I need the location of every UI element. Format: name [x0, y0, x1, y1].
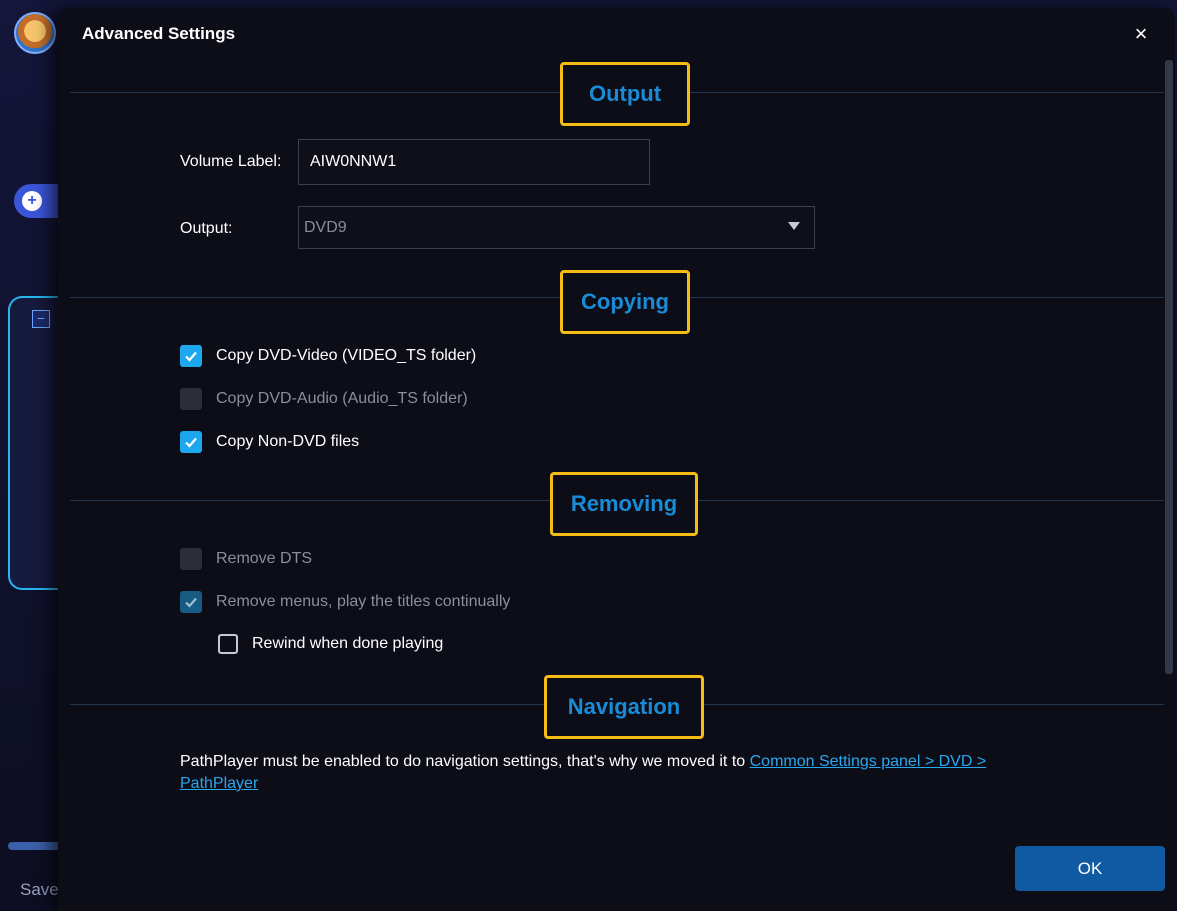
checkbox-disabled [180, 548, 202, 570]
copy-non-dvd-label: Copy Non-DVD files [216, 433, 360, 450]
output-select-value: DVD9 [304, 218, 347, 236]
section-title-output: Output [560, 62, 690, 126]
app-logo-icon [14, 12, 56, 54]
output-select[interactable]: DVD9 [298, 206, 815, 249]
volume-label-text: Volume Label: [180, 153, 282, 170]
copy-non-dvd-option[interactable]: Copy Non-DVD files [180, 431, 359, 453]
rewind-option[interactable]: Rewind when done playing [218, 634, 443, 654]
progress-bar [8, 842, 63, 850]
dialog-title: Advanced Settings [82, 24, 236, 43]
output-label-text: Output: [180, 220, 233, 237]
copy-dvd-audio-option: Copy DVD-Audio (Audio_TS folder) [180, 388, 468, 410]
navigation-message: PathPlayer must be enabled to do navigat… [180, 751, 1040, 795]
checkbox-checked[interactable] [180, 431, 202, 453]
copy-dvd-audio-label: Copy DVD-Audio (Audio_TS folder) [216, 390, 468, 407]
copy-dvd-video-option[interactable]: Copy DVD-Video (VIDEO_TS folder) [180, 345, 476, 367]
advanced-settings-dialog: Advanced Settings × Output Volume Label:… [58, 8, 1175, 911]
volume-label-input[interactable] [298, 139, 650, 185]
checkbox-disabled [180, 388, 202, 410]
collapse-icon: − [32, 310, 50, 328]
ok-button[interactable]: OK [1015, 846, 1165, 891]
checkbox-checked[interactable] [180, 345, 202, 367]
plus-icon: + [22, 191, 42, 211]
remove-dts-option: Remove DTS [180, 548, 312, 570]
checkbox-checked-disabled [180, 591, 202, 613]
section-title-removing: Removing [550, 472, 698, 536]
copy-dvd-video-label: Copy DVD-Video (VIDEO_TS folder) [216, 347, 477, 364]
checkbox-unchecked[interactable] [218, 634, 238, 654]
navigation-text: PathPlayer must be enabled to do navigat… [180, 753, 750, 770]
close-button[interactable]: × [1129, 22, 1153, 46]
remove-menus-label: Remove menus, play the titles continuall… [216, 593, 511, 610]
check-icon [185, 351, 197, 362]
save-label: Save [20, 880, 59, 899]
scrollbar[interactable] [1165, 60, 1173, 674]
check-icon [185, 437, 197, 448]
section-title-navigation: Navigation [544, 675, 704, 739]
remove-dts-label: Remove DTS [216, 550, 313, 567]
check-icon [185, 597, 197, 608]
section-title-copying: Copying [560, 270, 690, 334]
rewind-label: Rewind when done playing [252, 635, 444, 652]
remove-menus-option: Remove menus, play the titles continuall… [180, 591, 510, 613]
dropdown-arrow-icon [788, 222, 800, 230]
